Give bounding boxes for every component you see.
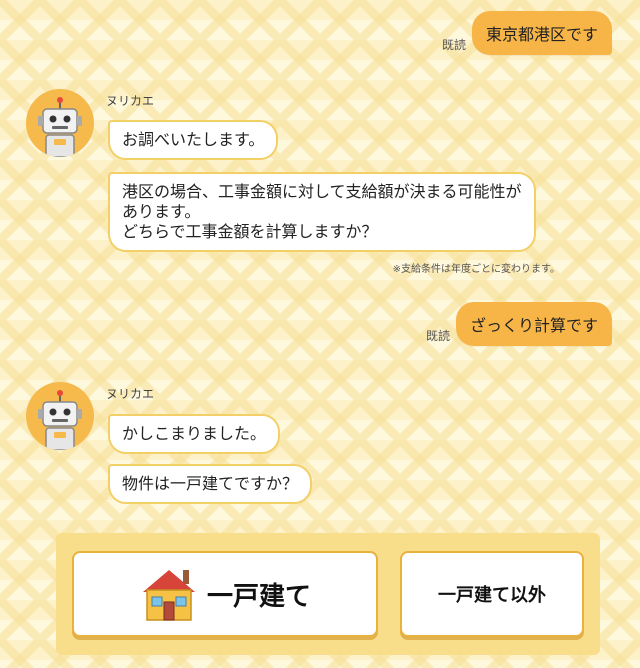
bot-message-text: 物件は一戸建てですか？ [122, 474, 299, 493]
answer-panel: 一戸建て 一戸建て以外 [56, 533, 600, 655]
bot-message-line: どちらで工事金額を計算しますか？ [122, 222, 378, 241]
bot-message-line: 港区の場合、工事金額に対して支給額が決まる可能性が [122, 182, 522, 201]
other-than-detached-label: 一戸建て以外 [438, 585, 546, 606]
read-receipt: 既読 [441, 38, 466, 52]
robot-icon [38, 390, 82, 450]
chat-area: 既読 東京都港区です ヌリカエ お調べいたします。 港区の場合、工事金額に対して… [0, 0, 640, 668]
bot-message-text: かしこまりました。 [122, 424, 267, 443]
user-message: 既読 ざっくり計算です [426, 302, 612, 346]
robot-icon [38, 97, 82, 157]
other-than-detached-button[interactable]: 一戸建て以外 [400, 551, 584, 637]
bot-message-text: お調べいたします。 [122, 130, 265, 149]
robot-avatar [26, 89, 94, 157]
detached-house-label: 一戸建て [206, 581, 311, 612]
bot-name: ヌリカエ [106, 94, 155, 108]
user-message: 既読 東京都港区です [442, 11, 612, 55]
bot-message-line: あります。 [122, 202, 201, 221]
robot-avatar [26, 382, 94, 450]
house-icon [142, 570, 195, 621]
notice-text: ※支給条件は年度ごとに変わります。 [392, 264, 560, 275]
bot-name: ヌリカエ [106, 387, 155, 401]
detached-house-button[interactable]: 一戸建て [72, 551, 378, 637]
read-receipt: 既読 [425, 329, 450, 343]
bot-bubble: 港区の場合、工事金額に対して支給額が決まる可能性が あります。 どちらで工事金額… [108, 172, 536, 252]
bot-bubble: お調べいたします。 [108, 120, 279, 160]
user-bubble: 東京都港区です [471, 11, 612, 55]
bot-bubble: 物件は一戸建てですか？ [108, 464, 313, 504]
bot-bubble: かしこまりました。 [108, 414, 281, 454]
user-bubble: ざっくり計算です [455, 302, 612, 346]
